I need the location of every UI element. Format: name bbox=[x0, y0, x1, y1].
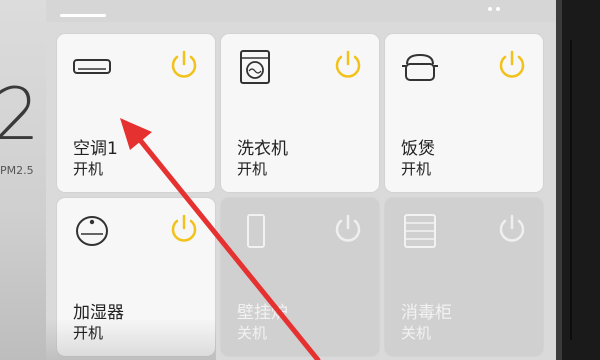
device-state: 开机 bbox=[73, 160, 104, 178]
page-indicator-bar bbox=[46, 0, 556, 22]
device-state: 开机 bbox=[401, 160, 432, 178]
device-tile-rice-cooker[interactable]: 饭煲 开机 bbox=[385, 34, 543, 192]
page-indicator bbox=[60, 14, 106, 17]
background-screen: 2 PM2.5 bbox=[0, 0, 46, 360]
pm-label: PM2.5 bbox=[0, 164, 34, 177]
power-icon[interactable] bbox=[167, 212, 201, 246]
right-edge bbox=[556, 0, 600, 360]
rice-cooker-icon bbox=[402, 53, 438, 81]
disinfection-cabinet-icon bbox=[404, 214, 436, 248]
power-icon[interactable] bbox=[331, 212, 365, 246]
device-tile-disinfection-cabinet[interactable]: 消毒柜 关机 bbox=[385, 198, 543, 356]
device-name: 洗衣机 bbox=[237, 139, 288, 159]
humidifier-icon bbox=[76, 216, 108, 246]
device-tile-air-conditioner[interactable]: 空调1 开机 bbox=[57, 34, 215, 192]
device-tile-washing-machine[interactable]: 洗衣机 开机 bbox=[221, 34, 379, 192]
device-state: 关机 bbox=[237, 324, 268, 342]
wall-boiler-icon bbox=[247, 214, 265, 248]
power-icon[interactable] bbox=[495, 212, 529, 246]
power-icon[interactable] bbox=[167, 48, 201, 82]
power-icon[interactable] bbox=[495, 48, 529, 82]
device-name: 饭煲 bbox=[401, 139, 435, 159]
device-state: 开机 bbox=[237, 160, 268, 178]
device-name: 壁挂炉 bbox=[237, 303, 288, 323]
bottom-shadow bbox=[46, 318, 216, 360]
device-state: 关机 bbox=[401, 324, 432, 342]
device-name: 消毒柜 bbox=[401, 303, 452, 323]
top-dots bbox=[484, 0, 544, 11]
pm-value: 2 bbox=[0, 72, 40, 156]
air-conditioner-icon bbox=[73, 59, 111, 74]
washing-machine-icon bbox=[240, 50, 270, 84]
power-icon[interactable] bbox=[331, 48, 365, 82]
device-tile-wall-boiler[interactable]: 壁挂炉 关机 bbox=[221, 198, 379, 356]
device-name: 空调1 bbox=[73, 139, 118, 159]
